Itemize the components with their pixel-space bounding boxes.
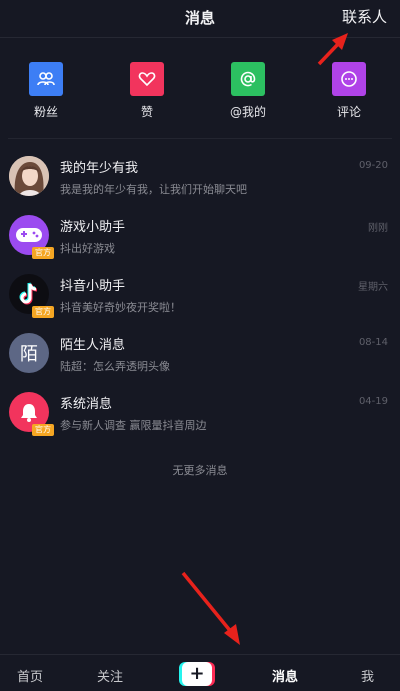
at-icon — [231, 62, 265, 96]
message-preview: 参与新人调查 赢限量抖音周边 — [60, 419, 207, 432]
category-row: 粉丝 赞 @我的 评论 — [0, 62, 400, 128]
message-time: 刚刚 — [368, 223, 388, 234]
bottom-tab-bar: 首页 关注 + 消息 我 — [0, 654, 400, 691]
official-badge: 官方 — [32, 247, 54, 259]
divider — [8, 138, 392, 139]
message-time: 08-14 — [358, 337, 388, 348]
message-time: 星期六 — [358, 282, 388, 293]
message-item[interactable]: 官方 游戏小助手 抖出好游戏 刚刚 — [0, 207, 400, 266]
message-title: 我的年少有我 — [60, 161, 139, 176]
plus-icon: + — [182, 662, 212, 686]
avatar: 官方 — [9, 392, 54, 436]
category-label: 评论 — [336, 105, 361, 119]
avatar — [9, 156, 49, 196]
message-time: 04-19 — [358, 396, 388, 407]
tab-home[interactable]: 首页 — [17, 666, 43, 685]
category-label: @我的 — [229, 105, 266, 119]
avatar: 官方 — [9, 215, 54, 259]
avatar: 官方 — [9, 274, 54, 318]
page-title: 消息 — [184, 9, 215, 27]
official-badge: 官方 — [32, 306, 54, 318]
category-label: 粉丝 — [33, 105, 58, 119]
message-list: 我的年少有我 我是我的年少有我，让我们开始聊天吧 09-20 官方 游戏小助手 — [0, 148, 400, 443]
category-comments[interactable]: 评论 — [309, 62, 389, 120]
message-item[interactable]: 陌 陌生人消息 陆超：怎么弄透明头像 08-14 — [0, 325, 400, 384]
fans-icon — [29, 62, 63, 96]
heart-icon — [130, 62, 164, 96]
official-badge: 官方 — [32, 424, 54, 436]
no-more-messages: 无更多消息 — [172, 464, 228, 477]
comment-icon — [332, 62, 366, 96]
message-title: 陌生人消息 — [60, 338, 126, 353]
tab-follow[interactable]: 关注 — [97, 666, 123, 685]
message-preview: 陆超：怎么弄透明头像 — [60, 360, 170, 373]
tab-messages[interactable]: 消息 — [272, 666, 298, 685]
contacts-button[interactable]: 联系人 — [342, 6, 387, 27]
create-button[interactable]: + — [179, 662, 215, 686]
category-fans[interactable]: 粉丝 — [6, 62, 86, 120]
header: 消息 联系人 — [0, 0, 400, 38]
tab-me[interactable]: 我 — [361, 666, 374, 685]
category-label: 赞 — [140, 105, 153, 119]
message-item[interactable]: 官方 系统消息 参与新人调查 赢限量抖音周边 04-19 — [0, 384, 400, 443]
message-preview: 抖音美好奇妙夜开奖啦！ — [60, 301, 181, 314]
message-time: 09-20 — [358, 160, 388, 171]
message-title: 系统消息 — [60, 397, 113, 412]
category-likes[interactable]: 赞 — [107, 62, 187, 120]
message-item[interactable]: 我的年少有我 我是我的年少有我，让我们开始聊天吧 09-20 — [0, 148, 400, 207]
message-title: 抖音小助手 — [60, 279, 126, 294]
messages-screen: 消息 联系人 粉丝 赞 @我的 评论 我的年少有我 我是我的年少有我，让我们开始… — [0, 0, 400, 691]
stranger-avatar-char: 陌 — [20, 344, 38, 365]
message-item[interactable]: 官方 抖音小助手 抖音美好奇妙夜开奖啦！ 星期六 — [0, 266, 400, 325]
avatar: 陌 — [9, 333, 49, 373]
message-preview: 抖出好游戏 — [60, 242, 115, 255]
arrow-to-messages-tab — [181, 571, 240, 645]
category-mentions[interactable]: @我的 — [208, 62, 288, 120]
message-title: 游戏小助手 — [60, 220, 126, 235]
message-preview: 我是我的年少有我，让我们开始聊天吧 — [60, 183, 247, 196]
